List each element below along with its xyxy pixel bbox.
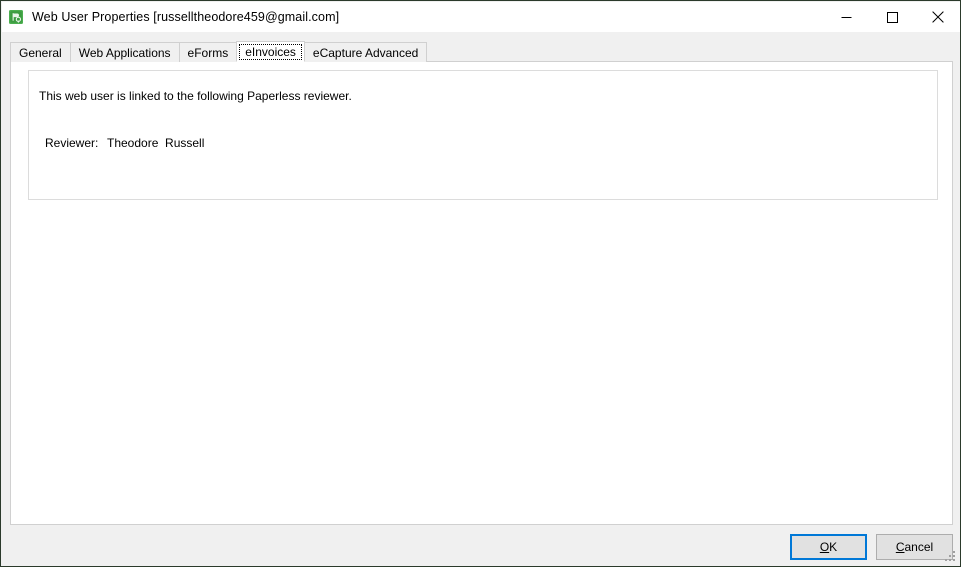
tab-label: eInvoices <box>245 44 296 59</box>
ok-button[interactable]: OK <box>790 534 867 560</box>
ok-button-label: OK <box>819 540 838 554</box>
close-button[interactable] <box>915 2 960 32</box>
maximize-button[interactable] <box>869 2 915 32</box>
tab-label: General <box>19 45 62 60</box>
maximize-icon <box>886 11 898 23</box>
cancel-button[interactable]: Cancel <box>876 534 953 560</box>
title-bar: Web User Properties [russelltheodore459@… <box>2 2 960 32</box>
tab-eforms[interactable]: eForms <box>178 42 238 62</box>
app-icon <box>8 9 24 25</box>
reviewer-value: Theodore Russell <box>107 136 205 150</box>
tab-strip: General Web Applications eForms eInvoice… <box>10 41 428 62</box>
minimize-button[interactable] <box>823 2 869 32</box>
tab-label: eCapture Advanced <box>312 45 419 60</box>
minimize-icon <box>841 16 851 18</box>
reviewer-row: Reviewer: Theodore Russell <box>45 136 204 150</box>
reviewer-panel: This web user is linked to the following… <box>28 70 938 200</box>
dialog-window: Web User Properties [russelltheodore459@… <box>0 0 961 567</box>
window-title: Web User Properties [russelltheodore459@… <box>32 10 340 24</box>
cancel-button-label: Cancel <box>895 540 934 554</box>
tab-general[interactable]: General <box>10 42 71 62</box>
tab-ecapture-advanced[interactable]: eCapture Advanced <box>303 42 428 62</box>
tab-web-applications[interactable]: Web Applications <box>69 42 180 62</box>
tab-page-einvoices: This web user is linked to the following… <box>10 61 953 525</box>
reviewer-label: Reviewer: <box>45 136 99 150</box>
resize-grip[interactable] <box>945 551 957 563</box>
tab-einvoices[interactable]: eInvoices <box>236 41 305 62</box>
close-icon <box>932 11 944 23</box>
caption-button-group <box>823 2 960 32</box>
tab-label: eForms <box>187 45 229 60</box>
panel-description: This web user is linked to the following… <box>39 89 352 103</box>
tab-label: Web Applications <box>78 45 171 60</box>
